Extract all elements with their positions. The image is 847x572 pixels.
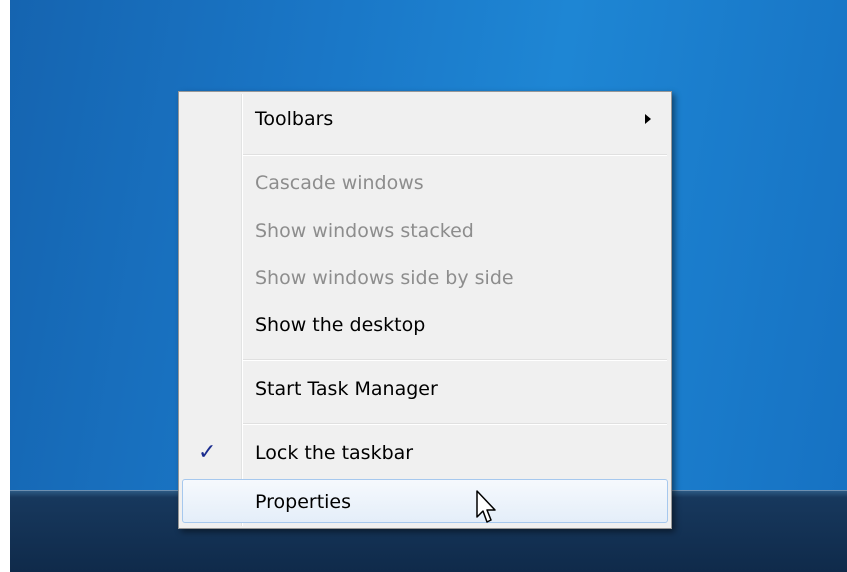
menu-item-show-the-desktop[interactable]: Show the desktop xyxy=(182,303,668,347)
menu-item-toolbars[interactable]: Toolbars xyxy=(182,97,668,141)
menu-item-start-task-manager[interactable]: Start Task Manager xyxy=(182,367,668,411)
menu-item-label: Start Task Manager xyxy=(255,378,438,400)
menu-item-lock-the-taskbar[interactable]: ✓ Lock the taskbar xyxy=(182,431,668,475)
arrow-cursor-icon xyxy=(476,490,496,523)
menu-item-label: Cascade windows xyxy=(255,172,424,194)
menu-item-label: Lock the taskbar xyxy=(255,442,414,464)
chevron-right-icon xyxy=(645,114,651,124)
menu-item-properties[interactable]: Properties xyxy=(182,479,668,523)
menu-item-label: Show windows stacked xyxy=(255,220,474,242)
menu-separator xyxy=(243,154,667,156)
checkmark-icon: ✓ xyxy=(198,440,217,465)
menu-item-label: Show the desktop xyxy=(255,314,426,336)
menu-item-cascade-windows[interactable]: Cascade windows xyxy=(182,161,668,205)
menu-item-label: Properties xyxy=(255,491,352,513)
menu-separator xyxy=(243,423,667,425)
menu-item-label: Toolbars xyxy=(255,108,334,130)
taskbar-context-menu: Toolbars Cascade windows Show windows st… xyxy=(178,91,672,529)
menu-item-show-windows-side-by-side[interactable]: Show windows side by side xyxy=(182,256,668,300)
menu-separator xyxy=(243,359,667,361)
menu-item-label: Show windows side by side xyxy=(255,267,514,289)
menu-item-show-windows-stacked[interactable]: Show windows stacked xyxy=(182,209,668,253)
